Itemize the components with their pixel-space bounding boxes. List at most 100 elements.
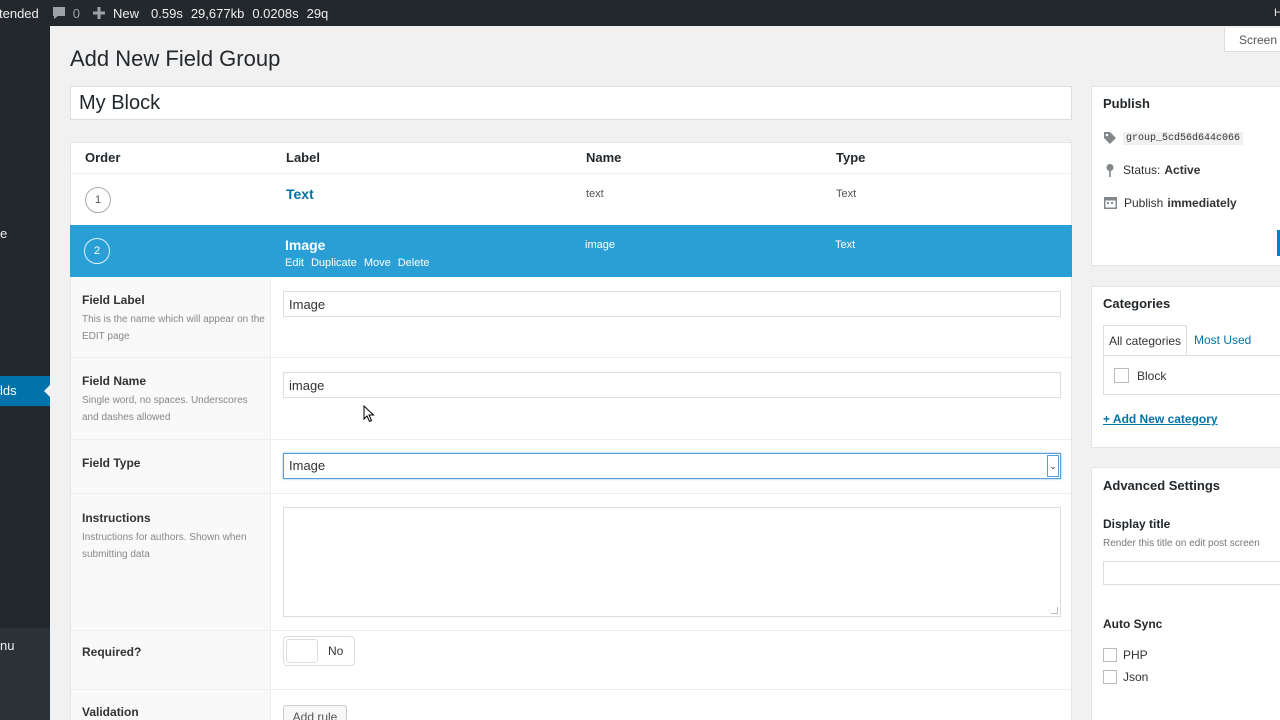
category-list: Block xyxy=(1103,355,1280,395)
menu-item-label: lds xyxy=(0,383,17,398)
display-title-label: Display title xyxy=(1103,517,1171,531)
publish-title: Publish xyxy=(1103,96,1150,111)
publish-date-line: Publish immediately xyxy=(1103,195,1237,210)
display-title-description: Render this title on edit post screen xyxy=(1103,538,1260,549)
group-key: group_5cd56d644c066 xyxy=(1123,131,1244,145)
setting-description: This is the name which will appear on th… xyxy=(82,314,265,342)
field-order-badge[interactable]: 2 xyxy=(84,238,110,264)
resize-handle-icon[interactable] xyxy=(1051,607,1058,614)
group-key-line: group_5cd56d644c066 xyxy=(1103,131,1244,145)
setting-label: Field Label xyxy=(82,293,145,307)
category-checkbox[interactable] xyxy=(1114,368,1129,383)
field-label-link[interactable]: Image xyxy=(285,237,325,253)
sync-option-php[interactable]: PHP xyxy=(1103,648,1148,662)
stat-time: 0.59s xyxy=(151,5,183,21)
tab-most-used[interactable]: Most Used xyxy=(1189,325,1256,355)
comments-count: 0 xyxy=(72,5,80,21)
delete-link[interactable]: Delete xyxy=(398,257,430,269)
chevron-down-icon[interactable]: ⌄ xyxy=(1047,455,1059,477)
stat-db-time: 0.0208s xyxy=(252,5,299,21)
pin-icon xyxy=(1106,164,1114,177)
field-order-badge[interactable]: 1 xyxy=(85,187,111,213)
instructions-textarea[interactable] xyxy=(283,507,1061,617)
categories-title: Categories xyxy=(1103,296,1171,311)
menu-item-custom-fields[interactable]: lds xyxy=(0,376,51,406)
status-value: Active xyxy=(1164,163,1201,177)
setting-description: Instructions for authors. Shown when sub… xyxy=(82,532,247,560)
edit-link[interactable]: Edit xyxy=(285,257,304,269)
category-item[interactable]: Block xyxy=(1114,368,1166,383)
stat-queries: 29q xyxy=(306,5,329,21)
setting-validation: Validation Add rule xyxy=(71,690,1071,720)
column-header-type: Type xyxy=(836,150,866,165)
publish-box: Publish group_5cd56d644c066 Status: Acti… xyxy=(1091,86,1280,266)
setting-label: Required? xyxy=(82,645,142,659)
calendar-icon xyxy=(1104,197,1117,209)
site-name-fragment[interactable]: tended xyxy=(0,0,39,26)
field-label-input[interactable] xyxy=(283,291,1061,317)
page-title: Add New Field Group xyxy=(70,46,281,71)
screen-options-button[interactable]: Screen O xyxy=(1224,28,1280,52)
comments-menu[interactable]: 0 xyxy=(51,0,80,26)
tag-icon xyxy=(1104,132,1116,144)
publish-label: Publish xyxy=(1124,195,1164,210)
stat-memory: 29,677kb xyxy=(190,5,245,21)
my-account-fragment[interactable]: H xyxy=(1274,0,1280,26)
duplicate-link[interactable]: Duplicate xyxy=(311,257,357,269)
field-name-input[interactable] xyxy=(283,372,1061,398)
field-type-selected-value: Image xyxy=(289,458,326,473)
auto-sync-label: Auto Sync xyxy=(1103,617,1163,631)
field-label-link[interactable]: Text xyxy=(286,186,314,202)
admin-menu: e lds nu xyxy=(0,26,51,720)
new-content-menu[interactable]: New xyxy=(92,0,139,26)
query-monitor-stats[interactable]: 0.59s 29,677kb 0.0208s 29q xyxy=(151,0,336,26)
setting-label: Field Name xyxy=(82,374,147,388)
field-name: image xyxy=(585,239,615,251)
collapse-label: nu xyxy=(0,638,15,653)
publish-value[interactable]: immediately xyxy=(1167,196,1236,210)
column-header-order: Order xyxy=(85,150,121,165)
field-settings: Field Label This is the name which will … xyxy=(71,277,1071,720)
field-group-title-input[interactable] xyxy=(70,86,1072,120)
current-arrow xyxy=(44,384,51,398)
status-label: Status: xyxy=(1123,163,1161,177)
add-rule-button[interactable]: Add rule xyxy=(283,705,347,720)
add-new-category-link[interactable]: + Add New category xyxy=(1103,412,1218,426)
display-title-input[interactable] xyxy=(1103,561,1280,585)
category-label: Block xyxy=(1137,368,1167,383)
comment-icon xyxy=(52,7,65,19)
sync-option-label: Json xyxy=(1123,670,1149,684)
admin-bar: tended 0 New 0.59s 29,677kb 0.0208s 29q … xyxy=(0,0,1280,26)
field-name: text xyxy=(586,188,604,200)
fields-box: Order Label Name Type 1 Text text Text 2… xyxy=(70,142,1072,720)
field-type-select[interactable]: Image ⌄ xyxy=(283,453,1061,479)
field-type: Text xyxy=(835,239,856,251)
plus-icon xyxy=(93,7,105,19)
setting-field-label: Field Label This is the name which will … xyxy=(71,277,1071,358)
categories-box: Categories All categories Most Used Bloc… xyxy=(1091,286,1280,448)
menu-item-fragment[interactable]: e xyxy=(0,226,7,241)
setting-description: Single word, no spaces. Underscores and … xyxy=(82,395,248,423)
collapse-menu[interactable]: nu xyxy=(0,628,50,720)
setting-label: Instructions xyxy=(82,511,151,525)
setting-field-name: Field Name Single word, no spaces. Under… xyxy=(71,358,1071,440)
php-checkbox[interactable] xyxy=(1103,648,1117,662)
advanced-settings-title: Advanced Settings xyxy=(1103,478,1221,493)
field-row-selected[interactable]: 2 Image image Text Edit Duplicate Move D… xyxy=(70,225,1072,277)
new-label: New xyxy=(113,5,140,21)
mouse-cursor-icon xyxy=(363,405,375,423)
setting-label: Validation xyxy=(82,705,139,719)
required-toggle[interactable]: No xyxy=(283,636,355,666)
row-actions: Edit Duplicate Move Delete xyxy=(285,257,430,269)
field-row[interactable]: 1 Text text Text xyxy=(71,173,1071,225)
sync-option-json[interactable]: Json xyxy=(1103,670,1148,684)
toggle-knob xyxy=(286,639,318,663)
json-checkbox[interactable] xyxy=(1103,670,1117,684)
tab-all-categories[interactable]: All categories xyxy=(1103,325,1188,355)
setting-required: Required? No xyxy=(71,631,1071,690)
setting-instructions: Instructions Instructions for authors. S… xyxy=(71,494,1071,631)
sync-option-label: PHP xyxy=(1123,648,1148,662)
move-link[interactable]: Move xyxy=(364,257,391,269)
status-line: Status: Active xyxy=(1103,163,1200,177)
setting-label: Field Type xyxy=(82,456,141,470)
